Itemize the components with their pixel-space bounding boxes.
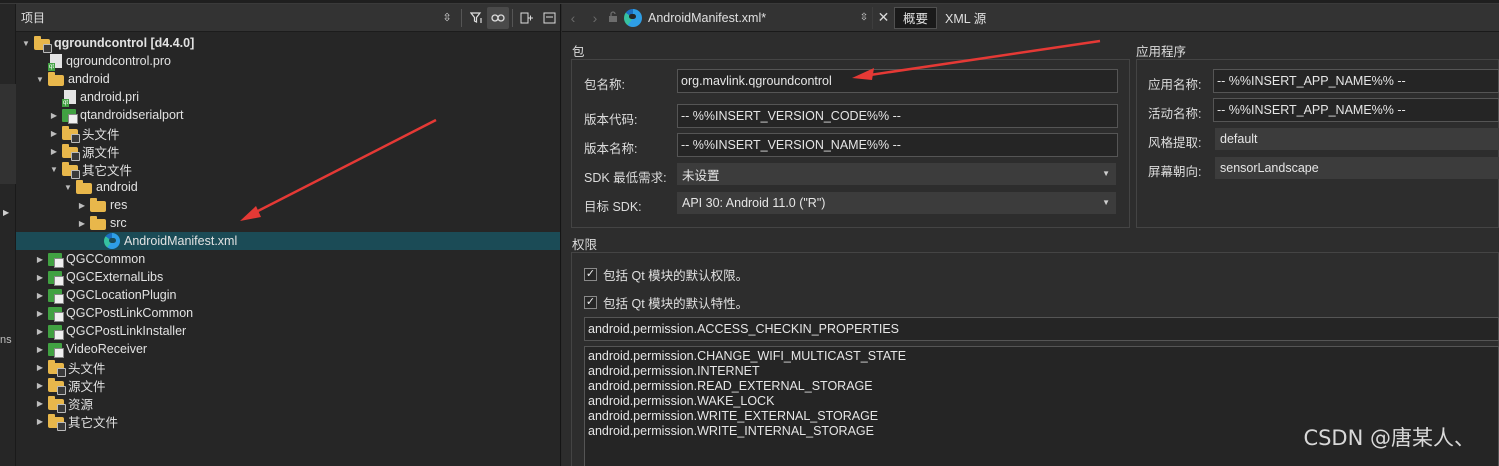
arrow-to-package-name (869, 39, 1101, 77)
arrow-to-manifest (253, 118, 437, 215)
arrowhead (852, 68, 874, 80)
arrowhead (240, 206, 261, 221)
annotation-arrows (240, 39, 1101, 221)
